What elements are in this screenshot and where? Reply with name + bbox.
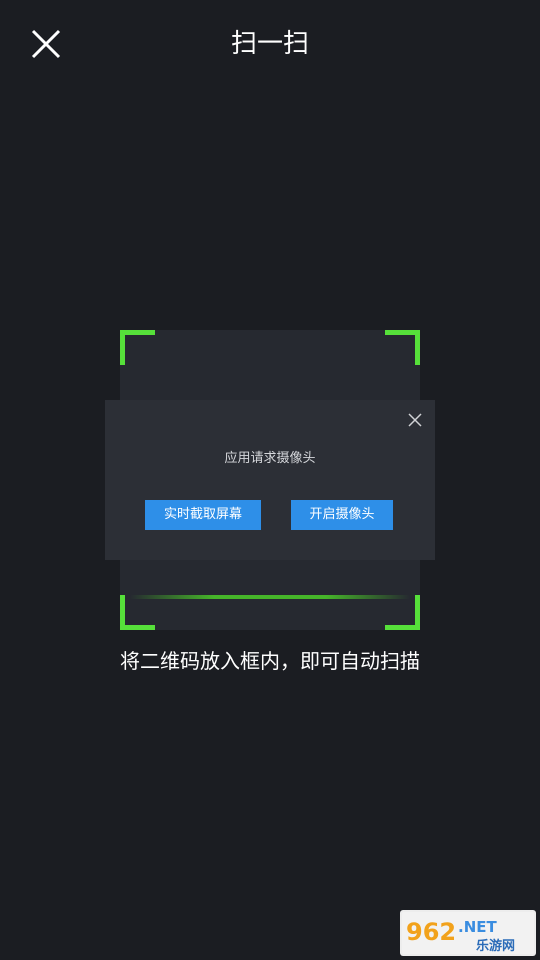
- watermark-site-name: 乐游网: [476, 938, 515, 954]
- scan-screen: 扫一扫 应用请求摄像头 实时截取屏幕 开启摄像头 将二维码放入框内，即可自动扫描…: [0, 0, 540, 960]
- watermark-suffix: .NET: [458, 918, 497, 936]
- camera-permission-dialog: 应用请求摄像头 实时截取屏幕 开启摄像头: [105, 400, 435, 560]
- site-watermark-logo: 962 .NET 乐游网: [400, 910, 536, 956]
- open-camera-button[interactable]: 开启摄像头: [291, 500, 393, 530]
- screen-capture-button[interactable]: 实时截取屏幕: [145, 500, 261, 530]
- frame-corner-top-left: [120, 330, 155, 365]
- dialog-message: 应用请求摄像头: [224, 451, 316, 466]
- close-icon: [408, 413, 422, 427]
- watermark-number: 962: [406, 918, 456, 946]
- frame-corner-top-right: [385, 330, 420, 365]
- frame-corner-bottom-right: [385, 595, 420, 630]
- dialog-close-button[interactable]: [407, 412, 423, 428]
- scan-hint: 将二维码放入框内，即可自动扫描: [120, 649, 420, 673]
- page-title: 扫一扫: [230, 29, 309, 59]
- frame-corner-bottom-left: [120, 595, 155, 630]
- scan-line: [130, 595, 410, 599]
